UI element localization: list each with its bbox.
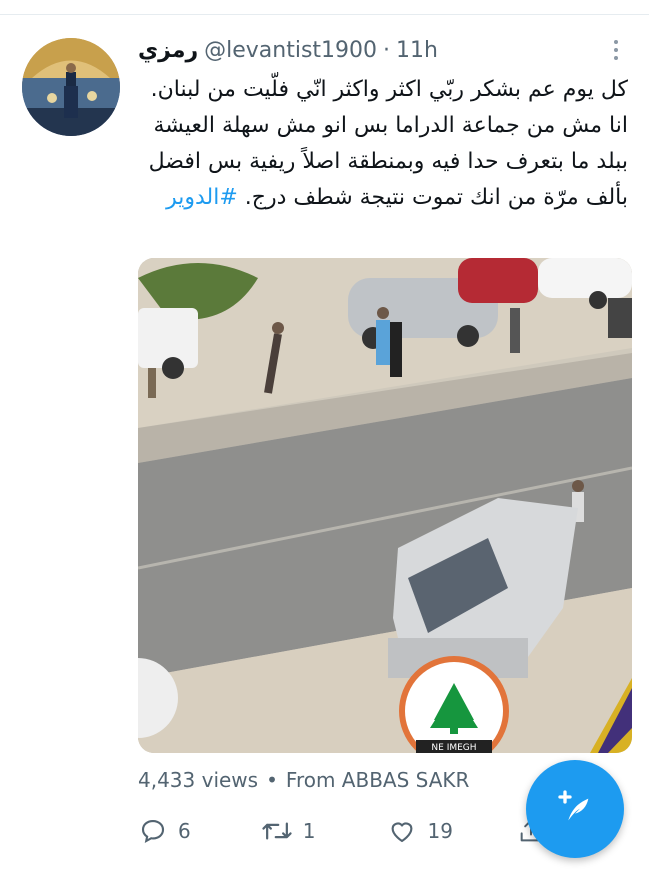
divider [0, 14, 649, 15]
tweet-time[interactable]: 11h [396, 38, 438, 63]
retweet-button[interactable]: 1 [261, 816, 316, 846]
tweet-stats: 4,433 views • From ABBAS SAKR [138, 768, 469, 792]
compose-tweet-icon [555, 787, 595, 831]
retweet-icon [261, 816, 293, 846]
tweet-text: كل يوم عم بشكر ربّي اكثر واكثر انّي فلّي… [138, 72, 628, 216]
action-bar: 6 1 19 [138, 816, 545, 846]
stats-dot: • [266, 768, 278, 792]
tweet-video[interactable]: NE IMEGH [138, 258, 632, 753]
separator: · [383, 37, 391, 63]
display-name[interactable]: رمزي [138, 38, 198, 63]
reply-count: 6 [178, 819, 191, 843]
like-button[interactable]: 19 [387, 816, 453, 846]
reply-button[interactable]: 6 [138, 816, 191, 846]
video-source[interactable]: From ABBAS SAKR [286, 768, 470, 792]
compose-tweet-button[interactable] [526, 760, 624, 858]
hashtag-link[interactable]: #الدوير [166, 185, 238, 210]
reply-icon [138, 816, 168, 846]
retweet-count: 1 [302, 819, 316, 843]
like-count: 19 [427, 819, 453, 843]
user-handle[interactable]: @levantist1900 [204, 38, 377, 63]
like-icon [387, 816, 417, 846]
tweet-header: رمزي @levantist1900 · 11h [138, 34, 438, 66]
avatar[interactable] [22, 38, 120, 136]
view-count: 4,433 views [138, 768, 259, 792]
media-logo-text: NE IMEGH [431, 743, 476, 753]
more-vertical-icon[interactable] [606, 36, 626, 64]
